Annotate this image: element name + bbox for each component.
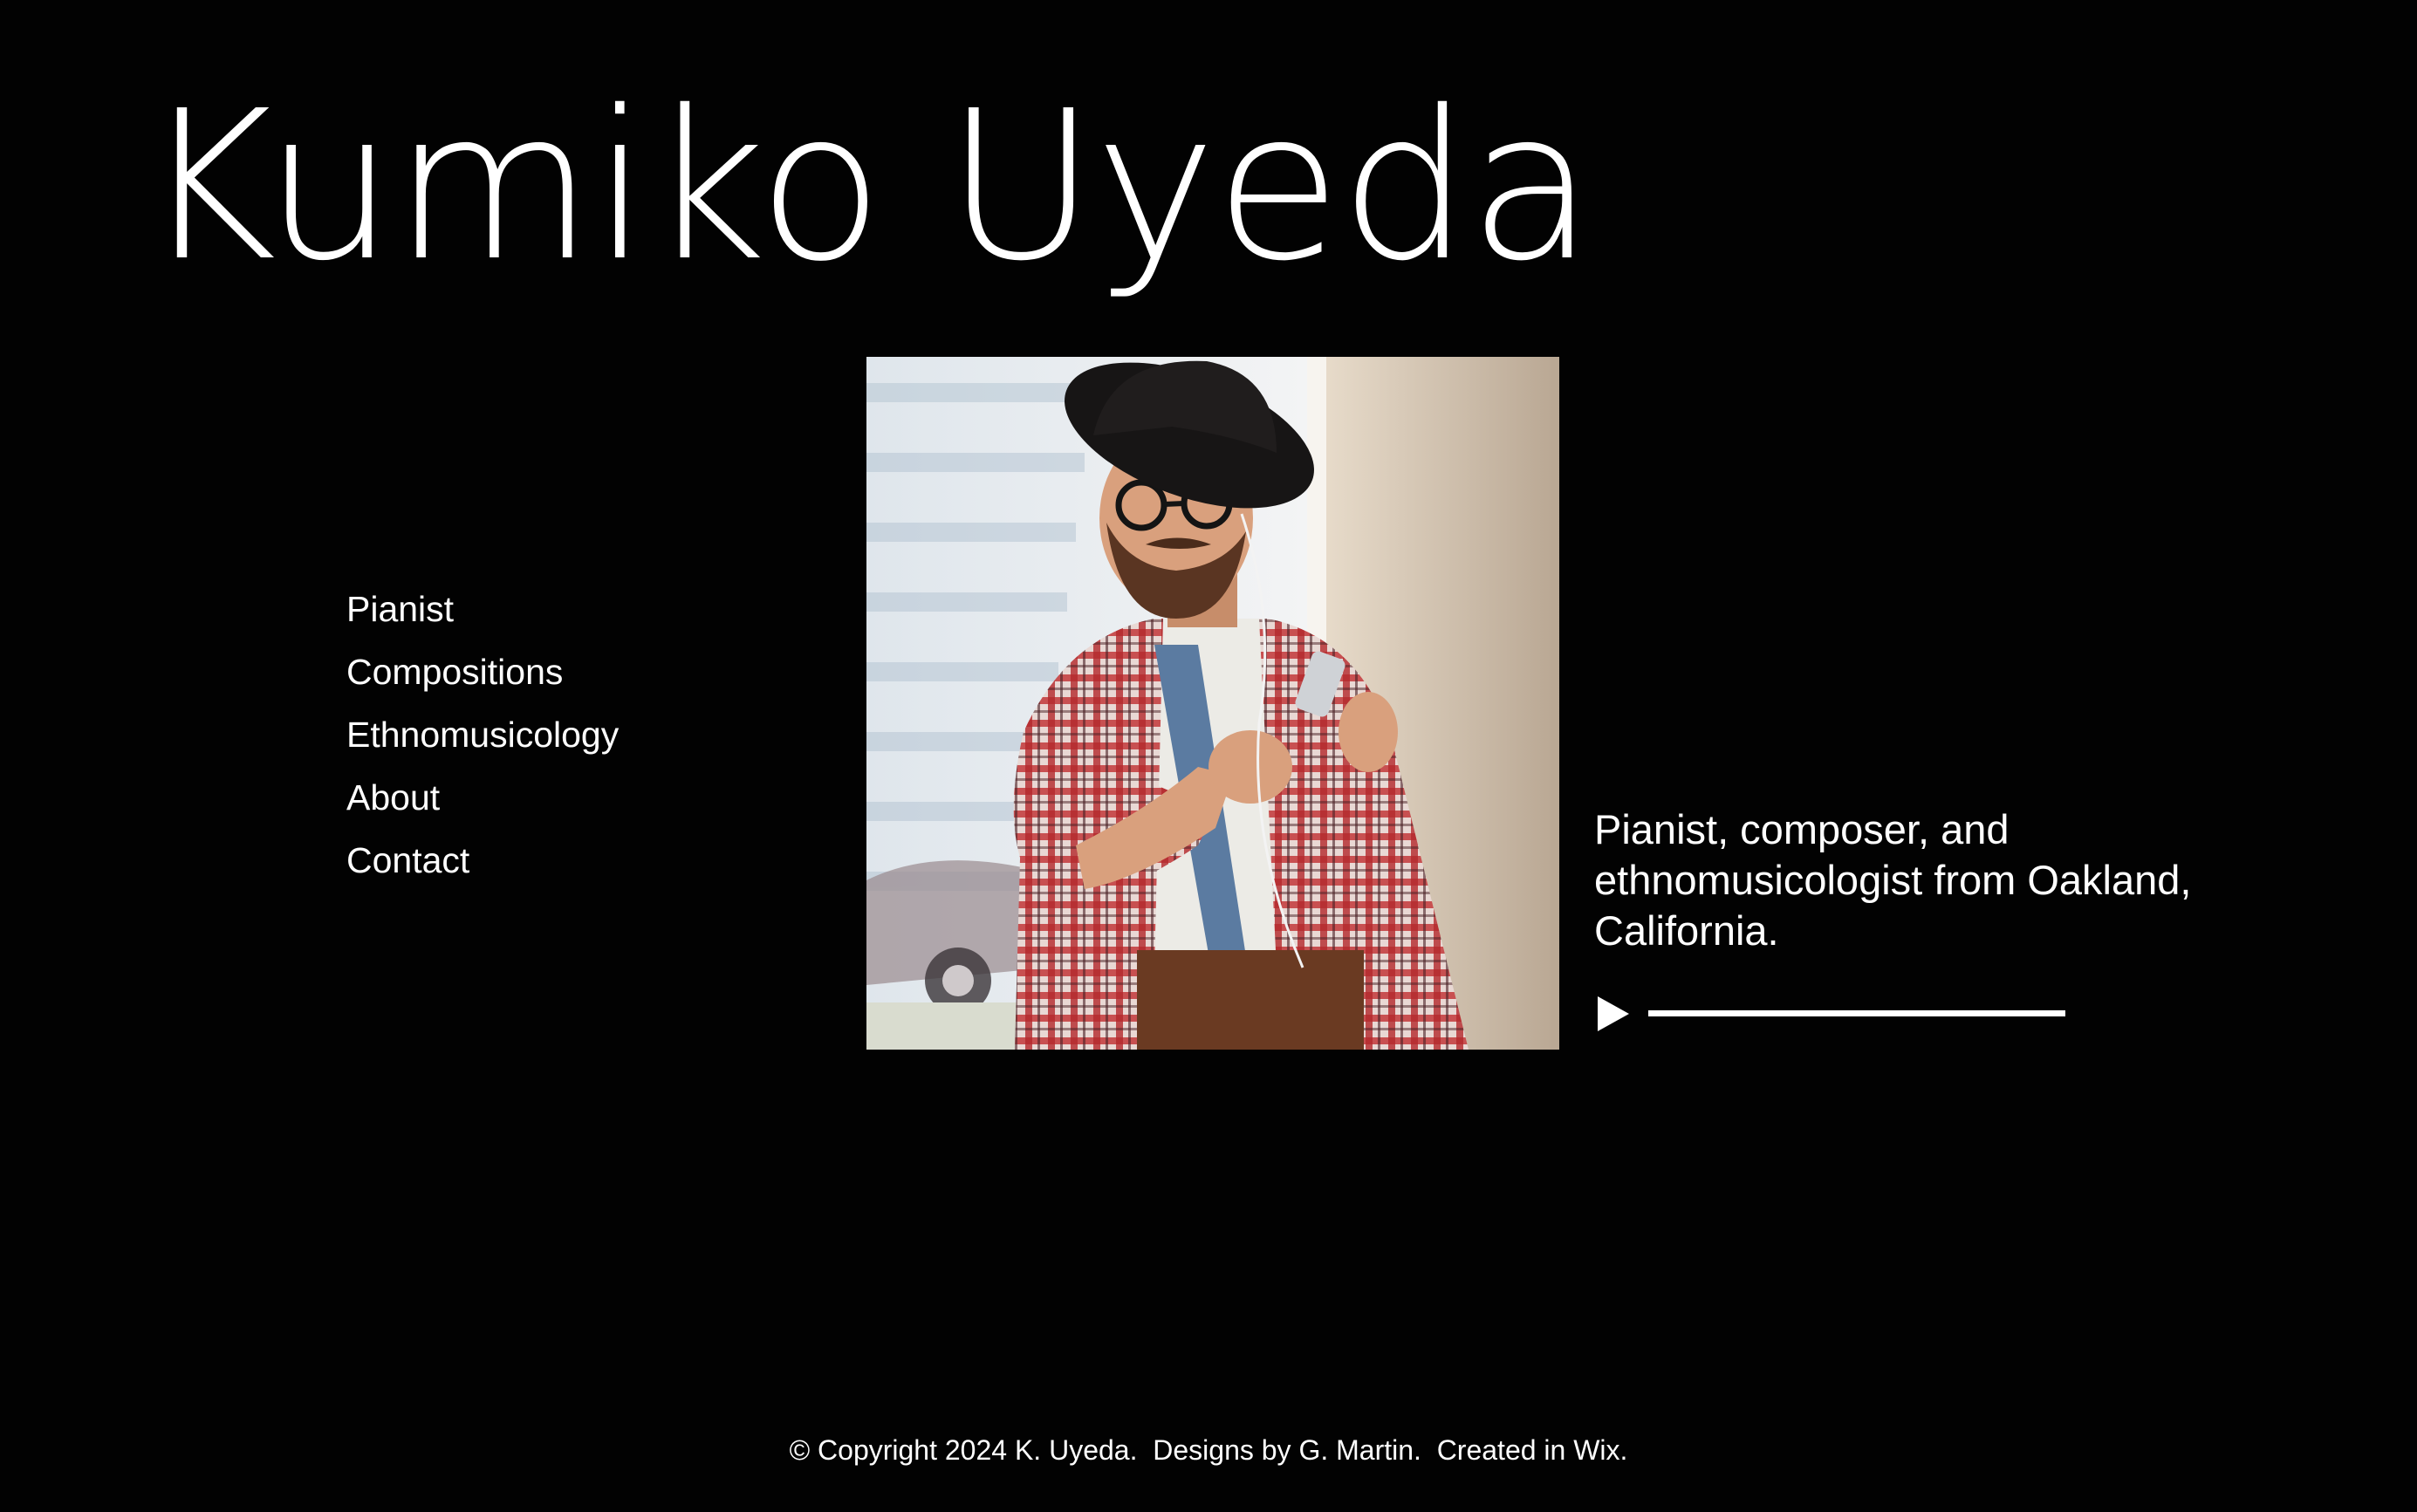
- portrait-photo: [866, 357, 1559, 1050]
- nav-item-ethnomusicology[interactable]: Ethnomusicology: [346, 708, 800, 771]
- audio-player: [1594, 991, 2065, 1037]
- nav-item-pianist[interactable]: Pianist: [346, 583, 800, 646]
- nav-item-contact[interactable]: Contact: [346, 834, 800, 897]
- footer-copyright: © Copyright 2024 K. Uyeda. Designs by G.…: [789, 1434, 1628, 1466]
- site-title[interactable]: Kumiko Uyeda: [141, 84, 1595, 290]
- tagline: Pianist, composer, and ethnomusicologist…: [1594, 806, 2192, 954]
- page: Kumiko Uyeda Pianist Compositions Ethnom…: [0, 0, 2417, 1512]
- portrait-photo-illustration: [866, 357, 1559, 1050]
- play-icon-glyph: [1598, 996, 1629, 1031]
- main-nav: Pianist Compositions Ethnomusicology Abo…: [346, 583, 800, 897]
- audio-progress-bar[interactable]: [1648, 1010, 2065, 1016]
- nav-item-compositions[interactable]: Compositions: [346, 646, 800, 708]
- nav-item-about[interactable]: About: [346, 771, 800, 834]
- play-icon[interactable]: [1596, 995, 1631, 1033]
